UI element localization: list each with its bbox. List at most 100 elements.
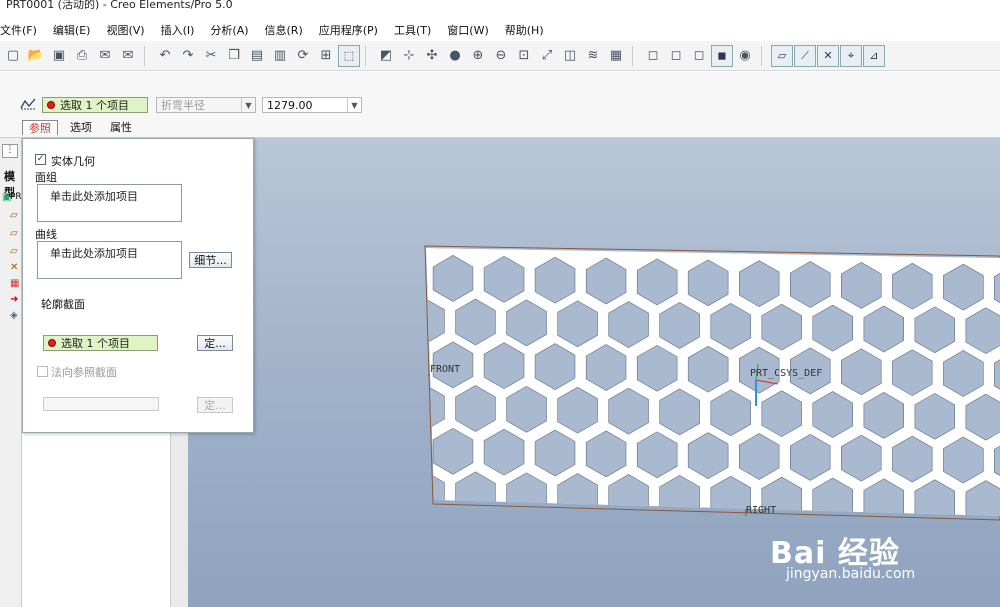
quilts-label: 面组 <box>35 171 57 184</box>
menu-tools[interactable]: 工具(T) <box>386 22 439 38</box>
bend-radius-text: 折弯半径 <box>161 99 205 112</box>
solid-geometry-checkbox[interactable]: ✓ <box>35 154 46 165</box>
thickness-dropdown[interactable]: 1279.00 ▼ <box>262 97 362 113</box>
normal-ref-label: 法向参照截面 <box>51 366 117 379</box>
regenerate-icon[interactable]: ⟳ <box>292 45 314 67</box>
annotation-icon[interactable]: ⊿ <box>863 44 885 67</box>
datum-label-right: RIGHT <box>746 505 776 516</box>
enhanced-icon[interactable]: ◉ <box>734 45 756 67</box>
datum-plane-node-icon[interactable]: ▱ <box>10 228 18 239</box>
hex-pattern <box>382 248 1000 516</box>
part-node-label[interactable]: PR <box>10 192 22 202</box>
flat-wall-icon <box>20 98 36 110</box>
zoom-in-icon[interactable]: ⊕ <box>467 45 489 67</box>
toolbar-divider <box>761 45 767 66</box>
references-panel: ✓ 实体几何 面组 单击此处添加项目 曲线 单击此处添加项目 细节... 轮廓截… <box>22 138 254 433</box>
window-title: PRT0001 (活动的) - Creo Elements/Pro 5.0 <box>6 0 233 11</box>
model-tree-icon[interactable]: ⋮ <box>2 144 18 158</box>
find-icon[interactable]: ⊞ <box>315 45 337 67</box>
solid-geometry-label: 实体几何 <box>51 155 95 168</box>
datum-label-front: FRONT <box>430 364 460 375</box>
title-bar: PRT0001 (活动的) - Creo Elements/Pro 5.0 <box>0 0 1000 18</box>
feature-node-icon[interactable]: ▦ <box>10 278 19 289</box>
datum-axis-icon[interactable]: ⟋ <box>794 44 816 67</box>
redo-icon[interactable]: ↷ <box>177 45 199 67</box>
tab-properties[interactable]: 属性 <box>104 120 138 135</box>
paste-special-icon[interactable]: ▥ <box>269 45 291 67</box>
main-toolbar: ▢ 📂 ▣ ⎙ ✉ ✉ ↶ ↷ ✂ ❐ ▤ ▥ ⟳ ⊞ ⬚ ◩ ⊹ ✣ ● ⊕ … <box>0 41 1000 71</box>
refit-icon[interactable]: ⊡ <box>513 45 535 67</box>
bend-radius-dropdown[interactable]: 折弯半径 ▼ <box>156 97 256 113</box>
datum-point-icon[interactable]: ✕ <box>817 44 839 67</box>
curves-collector[interactable]: 单击此处添加项目 <box>37 241 182 279</box>
menu-help[interactable]: 帮助(H) <box>497 22 552 38</box>
tab-references[interactable]: 参照 <box>22 120 58 135</box>
hex-cutout <box>382 255 422 301</box>
datum-plane-node-icon[interactable]: ▱ <box>10 210 18 221</box>
orient-icon[interactable]: ✣ <box>421 45 443 67</box>
sketch-define-button[interactable]: 定... <box>197 335 233 351</box>
menu-window[interactable]: 窗口(W) <box>439 22 496 38</box>
open-icon[interactable]: 📂 <box>25 45 47 67</box>
reorient-icon[interactable]: ⤢ <box>536 45 558 67</box>
paste-icon[interactable]: ▤ <box>246 45 268 67</box>
menu-file[interactable]: 文件(F) <box>0 22 45 38</box>
menu-view[interactable]: 视图(V) <box>98 22 152 38</box>
save-icon[interactable]: ▣ <box>48 45 70 67</box>
datum-plane-icon[interactable]: ▱ <box>771 44 793 67</box>
menu-analysis[interactable]: 分析(A) <box>202 22 256 38</box>
shaded-icon[interactable]: ◼ <box>711 44 733 67</box>
chevron-down-icon: ▼ <box>241 98 255 112</box>
menu-applications[interactable]: 应用程序(P) <box>311 22 386 38</box>
sketch-section-selection-text: 选取 1 个项目 <box>61 337 130 350</box>
spin-center-icon[interactable]: ⊹ <box>398 45 420 67</box>
toolbar-divider <box>365 45 371 66</box>
email-icon[interactable]: ✉ <box>94 45 116 67</box>
csys-icon[interactable]: ⌖ <box>840 44 862 67</box>
normal-ref-define-button[interactable]: 定... <box>197 397 233 413</box>
copy-icon[interactable]: ❐ <box>223 45 245 67</box>
normal-ref-checkbox[interactable] <box>37 366 48 377</box>
repaint-icon[interactable]: ◩ <box>375 45 397 67</box>
feature-node-icon[interactable]: ◈ <box>10 310 18 321</box>
quilts-collector[interactable]: 单击此处添加项目 <box>37 184 182 222</box>
wireframe-icon[interactable]: ◻ <box>642 45 664 67</box>
hidden-line-icon[interactable]: ◻ <box>665 45 687 67</box>
hex-cutout <box>382 427 422 473</box>
menu-info[interactable]: 信息(R) <box>257 22 311 38</box>
cut-icon[interactable]: ✂ <box>200 45 222 67</box>
primary-selection-collector[interactable]: 选取 1 个项目 <box>42 97 148 113</box>
new-icon[interactable]: ▢ <box>2 45 24 67</box>
primary-selection-text: 选取 1 个项目 <box>60 99 129 112</box>
csys-node-icon[interactable]: ✕ <box>10 262 18 273</box>
insert-here-icon[interactable]: ➜ <box>10 294 18 305</box>
appearance-icon[interactable]: ▦ <box>605 45 627 67</box>
menu-edit[interactable]: 编辑(E) <box>45 22 99 38</box>
datum-label-csys: PRT_CSYS_DEF <box>750 368 822 379</box>
toolbar-divider <box>632 45 638 66</box>
menu-bar: 文件(F) 编辑(E) 视图(V) 插入(I) 分析(A) 信息(R) 应用程序… <box>0 20 1000 40</box>
toolbar-divider <box>144 45 150 66</box>
select-box-icon[interactable]: ⬚ <box>338 44 360 67</box>
shading-icon[interactable]: ● <box>444 45 466 67</box>
sketch-section-label: 轮廓截面 <box>41 298 85 311</box>
selection-status-icon <box>48 339 56 347</box>
sketch-section-collector[interactable]: 选取 1 个项目 <box>43 335 158 351</box>
view-manager-icon[interactable]: ◫ <box>559 45 581 67</box>
chevron-down-icon: ▼ <box>347 98 361 112</box>
baidu-watermark-url: jingyan.baidu.com <box>786 566 916 582</box>
undo-icon[interactable]: ↶ <box>154 45 176 67</box>
print-icon[interactable]: ⎙ <box>71 45 93 67</box>
selection-status-icon <box>47 101 55 109</box>
datum-plane-node-icon[interactable]: ▱ <box>10 246 18 257</box>
dashboard-tabs: 参照 选项 属性 <box>22 120 144 135</box>
curves-details-button[interactable]: 细节... <box>189 252 232 268</box>
feature-dashboard <box>0 72 1000 138</box>
tab-options[interactable]: 选项 <box>64 120 98 135</box>
zoom-out-icon[interactable]: ⊖ <box>490 45 512 67</box>
normal-ref-collector[interactable] <box>43 397 159 411</box>
menu-insert[interactable]: 插入(I) <box>153 22 203 38</box>
email2-icon[interactable]: ✉ <box>117 45 139 67</box>
no-hidden-icon[interactable]: ◻ <box>688 45 710 67</box>
layers-icon[interactable]: ≋ <box>582 45 604 67</box>
